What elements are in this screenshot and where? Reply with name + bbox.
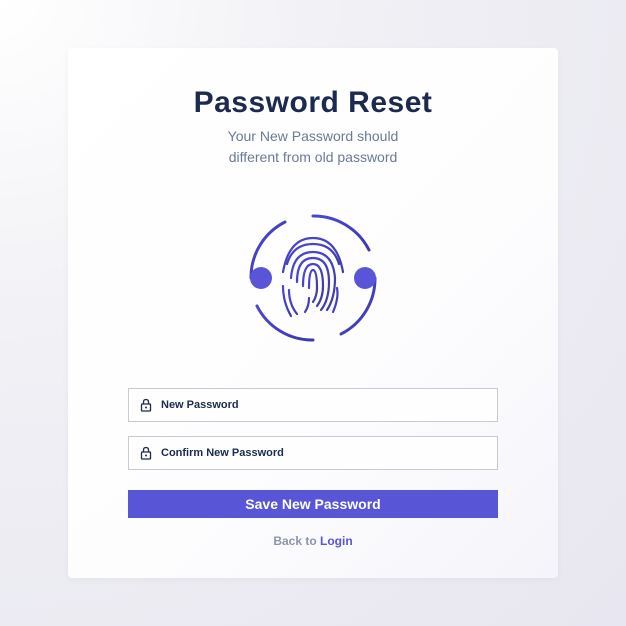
page-title: Password Reset bbox=[194, 86, 433, 120]
subtitle-line-1: Your New Password should bbox=[228, 128, 399, 144]
login-link[interactable]: Login bbox=[320, 534, 353, 548]
confirm-password-group bbox=[128, 436, 498, 470]
fingerprint-icon bbox=[233, 198, 393, 358]
new-password-input[interactable] bbox=[161, 399, 487, 411]
new-password-group bbox=[128, 388, 498, 422]
page-subtitle: Your New Password should different from … bbox=[228, 126, 399, 168]
lock-icon bbox=[139, 446, 153, 460]
save-password-button[interactable]: Save New Password bbox=[128, 490, 498, 518]
confirm-password-wrap bbox=[128, 436, 498, 470]
password-reset-card: Password Reset Your New Password should … bbox=[68, 48, 558, 578]
confirm-password-input[interactable] bbox=[161, 447, 487, 459]
back-to-login-row: Back to Login bbox=[273, 534, 352, 548]
lock-icon bbox=[139, 398, 153, 412]
subtitle-line-2: different from old password bbox=[229, 149, 398, 165]
back-text: Back to bbox=[273, 534, 320, 548]
new-password-wrap bbox=[128, 388, 498, 422]
